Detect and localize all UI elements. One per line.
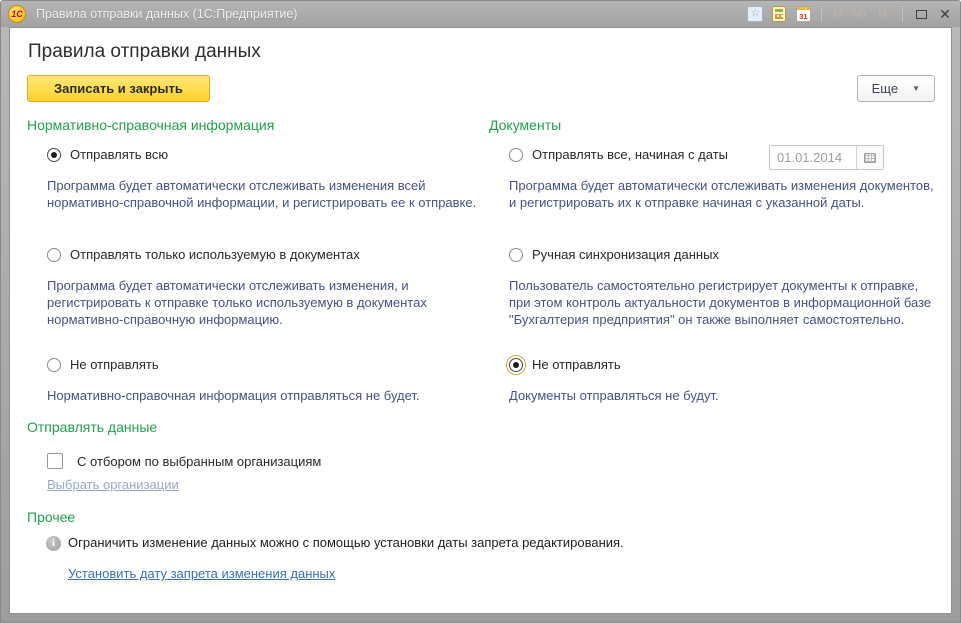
page-title: Правила отправки данных (28, 41, 935, 63)
radio-label: Отправлять все, начиная с даты (532, 147, 728, 162)
favorites-icon[interactable]: ☆ (746, 5, 764, 23)
checkbox-label: С отбором по выбранным организациям (77, 454, 321, 469)
radio-label: Не отправлять (532, 357, 621, 372)
docs-send-all-description: Программа будет автоматически отслеживат… (489, 177, 935, 247)
titlebar-separator (902, 6, 903, 22)
1c-logo-icon[interactable]: 1С (8, 5, 26, 23)
section-title-nsi: Нормативно-справочная информация (27, 114, 489, 147)
memory-m-button: M (831, 8, 844, 20)
radio-label: Не отправлять (70, 357, 159, 372)
nsi-send-used-description: Программа будет автоматически отслеживат… (27, 277, 489, 357)
nsi-option-do-not-send[interactable]: Не отправлять (27, 357, 489, 387)
docs-option-send-all-from-date[interactable]: Отправлять все, начиная с даты (489, 147, 935, 177)
more-button[interactable]: Еще ▼ (857, 75, 935, 102)
start-date-field (769, 145, 884, 170)
section-title-documents: Документы (489, 114, 935, 147)
set-restriction-date-link[interactable]: Установить дату запрета изменения данных (68, 566, 335, 581)
nsi-do-not-send-description: Нормативно-справочная информация отправл… (27, 387, 489, 415)
section-title-other: Прочее (27, 507, 935, 535)
more-button-label: Еще (872, 81, 898, 96)
radio-label: Отправлять всю (70, 147, 168, 162)
calendar-picker-icon (864, 153, 876, 163)
radio-icon[interactable] (509, 148, 523, 162)
date-picker-button[interactable] (856, 146, 883, 169)
maximize-button[interactable] (912, 5, 930, 23)
nsi-option-send-all[interactable]: Отправлять всю (27, 147, 489, 177)
select-organizations-link[interactable]: Выбрать организации (47, 477, 179, 492)
docs-option-do-not-send[interactable]: Не отправлять (489, 357, 935, 387)
chevron-down-icon: ▼ (912, 84, 920, 93)
calculator-icon[interactable] (770, 5, 788, 23)
start-date-input[interactable] (770, 146, 856, 169)
docs-manual-sync-description: Пользователь самостоятельно регистрирует… (489, 277, 935, 357)
docs-option-manual-sync[interactable]: Ручная синхронизация данных (489, 247, 935, 277)
form-content: Правила отправки данных Записать и закры… (9, 27, 952, 614)
radio-label: Отправлять только используемую в докумен… (70, 247, 360, 262)
nsi-option-send-used-only[interactable]: Отправлять только используемую в докумен… (27, 247, 489, 277)
memory-m-minus-button: M- (876, 8, 893, 20)
filter-by-org-option[interactable]: С отбором по выбранным организациям (27, 445, 935, 477)
window-title: Правила отправки данных (1С:Предприятие) (36, 7, 746, 21)
maximize-icon (916, 10, 927, 19)
section-title-send-data: Отправлять данные (27, 415, 935, 445)
info-text: Ограничить изменение данных можно с помо… (68, 535, 624, 550)
radio-icon[interactable] (47, 358, 61, 372)
close-button[interactable]: ✕ (936, 5, 954, 23)
memory-m-plus-button: M+ (851, 8, 871, 20)
titlebar-tools: ☆ 31 M M+ M- ✕ (746, 5, 954, 23)
radio-icon[interactable] (47, 248, 61, 262)
info-icon: i (46, 536, 61, 551)
nsi-send-all-description: Программа будет автоматически отслеживат… (27, 177, 489, 247)
calendar-icon[interactable]: 31 (794, 5, 812, 23)
titlebar-separator (821, 6, 822, 22)
save-and-close-button[interactable]: Записать и закрыть (27, 75, 210, 102)
docs-do-not-send-description: Документы отправляться не будут. (489, 387, 935, 415)
radio-icon[interactable] (509, 358, 523, 372)
radio-icon[interactable] (509, 248, 523, 262)
radio-label: Ручная синхронизация данных (532, 247, 719, 262)
app-window: 1С Правила отправки данных (1С:Предприят… (0, 0, 961, 623)
info-row: i Ограничить изменение данных можно с по… (27, 535, 935, 566)
radio-icon[interactable] (47, 148, 61, 162)
titlebar: 1С Правила отправки данных (1С:Предприят… (1, 1, 960, 27)
checkbox-icon[interactable] (47, 453, 63, 469)
form-toolbar: Записать и закрыть Еще ▼ (27, 75, 935, 102)
options-grid: Нормативно-справочная информация Докумен… (27, 114, 935, 415)
